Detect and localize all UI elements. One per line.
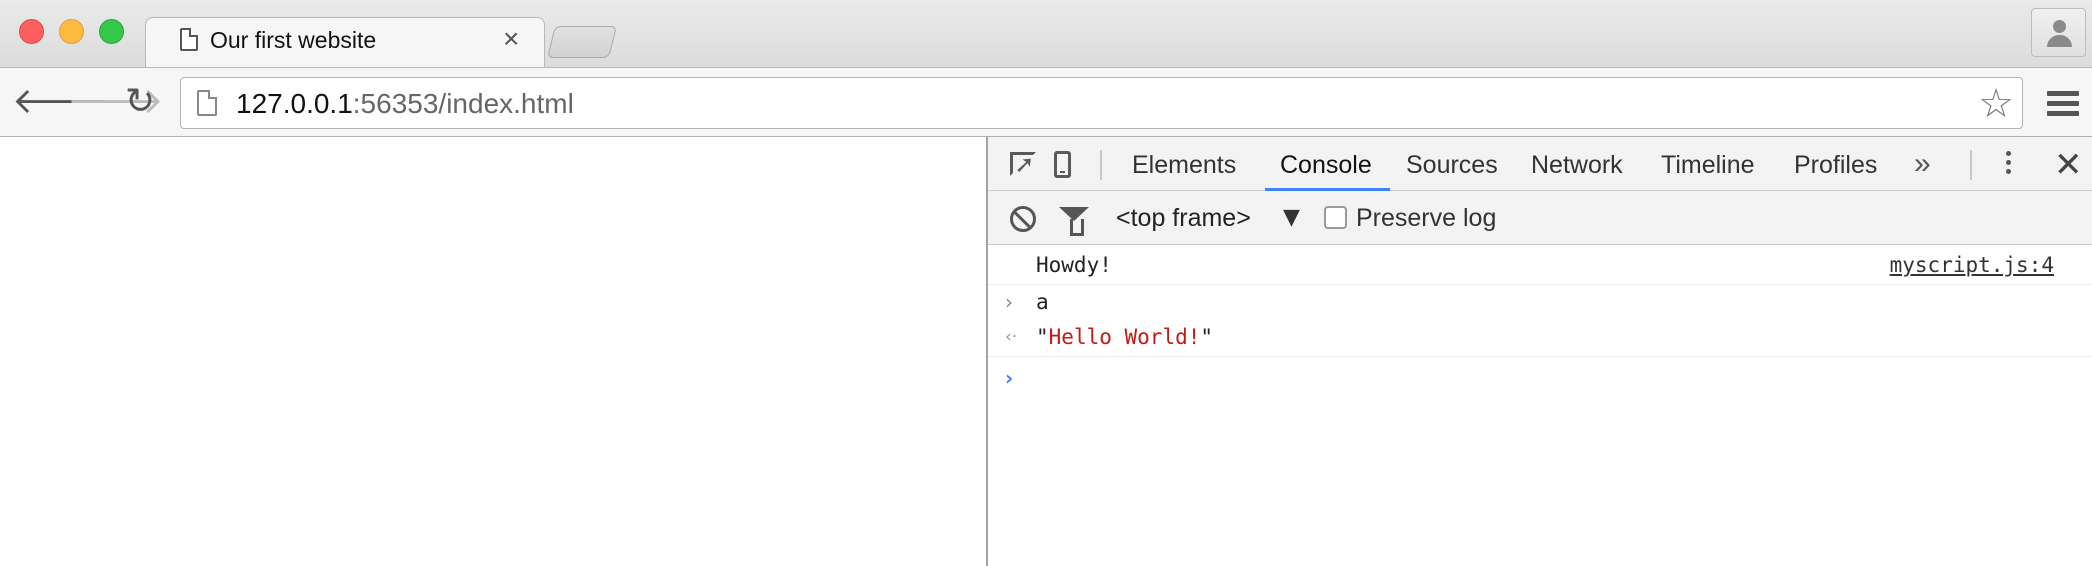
result-string: "Hello World!" <box>1036 325 1214 349</box>
address-url[interactable]: 127.0.0.1:56353/index.html <box>236 88 574 120</box>
console-output[interactable]: Howdy! myscript.js:4 › a ‹· "Hello World… <box>988 245 2092 566</box>
preserve-log-checkbox[interactable] <box>1324 206 1347 229</box>
preserve-log-label: Preserve log <box>1356 204 1497 232</box>
close-devtools-icon[interactable]: ✕ <box>2054 145 2083 185</box>
minimize-window-button[interactable] <box>59 19 84 44</box>
tab-title: Our first website <box>210 27 377 53</box>
log-message: Howdy! <box>1036 253 1112 277</box>
reload-icon[interactable]: ↻ <box>125 82 155 122</box>
result-value: Hello World! <box>1048 325 1201 349</box>
divider <box>1100 150 1102 180</box>
tab-profiles[interactable]: Profiles <box>1794 150 1877 180</box>
tab-sources[interactable]: Sources <box>1406 150 1498 180</box>
zoom-window-button[interactable] <box>99 19 124 44</box>
console-filter-bar: <top frame> ▼ Preserve log <box>988 191 2092 245</box>
console-log-row: Howdy! myscript.js:4 <box>988 245 2092 285</box>
prompt-chevron-icon: › <box>1005 366 1014 390</box>
tab-elements[interactable]: Elements <box>1132 150 1236 180</box>
bookmark-star-icon[interactable]: ☆ <box>1978 82 2014 126</box>
url-host: 127.0.0.1 <box>236 88 353 119</box>
more-tabs-icon[interactable]: » <box>1914 147 1931 181</box>
profile-button[interactable] <box>2031 8 2086 57</box>
tab-network[interactable]: Network <box>1531 150 1623 180</box>
device-mode-icon[interactable] <box>1054 151 1071 178</box>
url-path: :56353/index.html <box>352 88 574 119</box>
tab-close-icon[interactable]: × <box>503 24 519 54</box>
tab-timeline[interactable]: Timeline <box>1661 150 1755 180</box>
clear-console-icon[interactable] <box>1010 206 1036 232</box>
input-expression: a <box>1036 290 1049 314</box>
result-chevron-icon: ‹· <box>1005 327 1018 347</box>
page-viewport <box>0 137 986 566</box>
person-icon <box>2053 20 2066 33</box>
tab-console[interactable]: Console <box>1280 150 1372 180</box>
close-window-button[interactable] <box>19 19 44 44</box>
address-bar[interactable]: 127.0.0.1:56353/index.html ☆ <box>180 77 2023 129</box>
frame-selector[interactable]: <top frame> <box>1116 203 1251 233</box>
page-icon <box>180 28 198 51</box>
divider <box>1970 150 1972 180</box>
menu-hamburger-icon[interactable] <box>2047 91 2079 117</box>
filter-icon[interactable] <box>1059 207 1089 236</box>
devtools-panel: Elements Console Sources Network Timelin… <box>986 137 2092 566</box>
log-source-link[interactable]: myscript.js:4 <box>1890 251 2054 279</box>
devtools-tab-bar: Elements Console Sources Network Timelin… <box>988 137 2092 191</box>
title-bar: Our first website × <box>0 0 2092 67</box>
devtools-menu-icon[interactable] <box>2006 151 2012 179</box>
console-prompt-row[interactable]: › <box>988 357 2092 399</box>
input-chevron-icon: › <box>1005 290 1013 314</box>
console-eval-row: › a ‹· "Hello World!" <box>988 285 2092 357</box>
browser-toolbar: 🡐 🡒 ↻ 127.0.0.1:56353/index.html ☆ <box>0 67 2092 137</box>
new-tab-button[interactable] <box>547 26 617 58</box>
inspect-element-icon[interactable] <box>1010 152 1036 176</box>
dropdown-arrow-icon[interactable]: ▼ <box>1283 203 1300 233</box>
page-icon <box>197 90 217 116</box>
